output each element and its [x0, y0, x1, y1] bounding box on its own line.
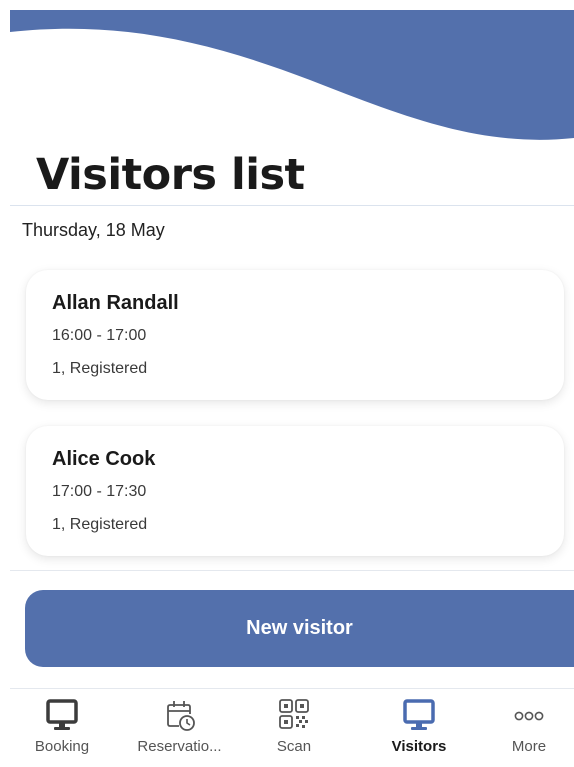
visitor-time: 17:00 - 17:30: [52, 483, 147, 500]
nav-item-more[interactable]: More: [484, 690, 574, 767]
nav-item-reservations[interactable]: Reservatio...: [122, 690, 237, 767]
nav-label-visitors: Visitors: [391, 738, 447, 755]
bottom-navigation: Booking Reservatio... Scan Visitors More: [0, 690, 574, 767]
visitor-name: Allan Randall: [52, 292, 179, 314]
monitor-icon: [399, 698, 439, 734]
nav-item-booking[interactable]: Booking: [7, 690, 117, 767]
nav-item-scan[interactable]: Scan: [244, 690, 344, 767]
page-title: Visitors list: [36, 150, 305, 200]
calendar-clock-icon: [160, 698, 200, 734]
more-dots-icon: [509, 698, 549, 734]
title-divider: [10, 205, 574, 206]
nav-label-reservations: Reservatio...: [137, 738, 222, 755]
monitor-icon: [42, 698, 82, 734]
list-divider: [10, 570, 574, 571]
visitor-status: 1, Registered: [52, 516, 148, 533]
nav-item-visitors[interactable]: Visitors: [364, 690, 474, 767]
visitor-name: Alice Cook: [52, 448, 156, 470]
qr-code-icon: [274, 698, 314, 734]
visitor-card[interactable]: Alice Cook 17:00 - 17:30 1, Registered: [26, 426, 564, 556]
nav-label-more: More: [511, 738, 547, 755]
visitors-screen: Visitors list Thursday, 18 May Allan Ran…: [0, 0, 574, 767]
new-visitor-button[interactable]: New visitor: [25, 590, 574, 667]
nav-divider: [10, 688, 574, 689]
visitor-status: 1, Registered: [52, 360, 148, 377]
date-header: Thursday, 18 May: [22, 220, 165, 240]
nav-label-scan: Scan: [276, 738, 312, 755]
visitor-card[interactable]: Allan Randall 16:00 - 17:00 1, Registere…: [26, 270, 564, 400]
header-wave-decoration: [10, 10, 574, 145]
nav-label-booking: Booking: [34, 738, 90, 755]
visitor-time: 16:00 - 17:00: [52, 327, 147, 344]
